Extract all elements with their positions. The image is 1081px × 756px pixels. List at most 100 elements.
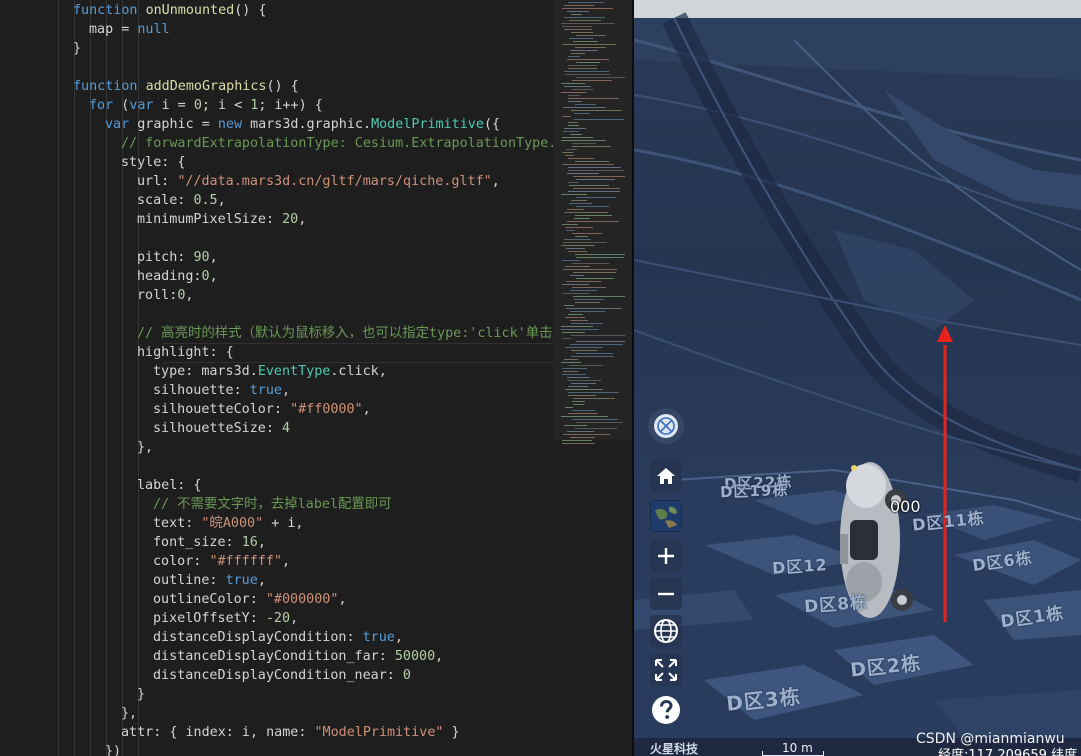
indent-guide <box>74 0 75 756</box>
minimap-line <box>565 347 603 348</box>
code-line[interactable]: type: mars3d.EventType.click, <box>153 362 387 381</box>
minimap-line <box>574 218 590 219</box>
code-line[interactable]: // 高亮时的样式（默认为鼠标移入，也可以指定type:'click'单击 <box>137 324 553 343</box>
minimap-line <box>566 230 575 231</box>
code-line[interactable]: silhouetteSize: 4 <box>153 419 290 438</box>
minimap-line <box>562 26 592 27</box>
code-line[interactable]: }) <box>105 742 121 756</box>
code-line[interactable]: attr: { index: i, name: "ModelPrimitive"… <box>121 723 460 742</box>
code-line[interactable]: color: "#ffffff", <box>153 552 290 571</box>
code-line[interactable]: url: "//data.mars3d.cn/gltf/mars/qiche.g… <box>137 172 500 191</box>
minimap-line <box>565 74 611 75</box>
minimap-line <box>562 440 592 441</box>
code-line[interactable]: minimumPixelSize: 20, <box>137 210 306 229</box>
code-line[interactable]: var graphic = new mars3d.graphic.ModelPr… <box>105 115 500 134</box>
minimap-line <box>572 263 609 264</box>
code-token: outlineColor: <box>153 592 266 607</box>
minimap-line <box>574 113 590 114</box>
minimap-line <box>564 86 591 87</box>
minimap-line <box>568 98 619 99</box>
code-line[interactable]: outlineColor: "#000000", <box>153 590 347 609</box>
code-line[interactable]: for (var i = 0; i < 1; i++) { <box>89 96 323 115</box>
globe-icon <box>654 619 678 643</box>
minimap-line <box>569 185 609 186</box>
code-line[interactable]: highlight: { <box>137 343 553 363</box>
minimap-line <box>562 44 616 45</box>
minimap-line <box>572 80 612 81</box>
minimap-line <box>565 155 574 156</box>
basemap-button[interactable] <box>650 500 682 532</box>
code-token: silhouetteSize: <box>153 421 282 436</box>
code-line[interactable]: style: { <box>121 153 186 172</box>
minimap-line <box>564 212 608 213</box>
help-button[interactable] <box>650 694 682 726</box>
minimap-line <box>567 59 609 60</box>
fullscreen-button[interactable] <box>650 654 682 686</box>
minimap-line <box>572 401 585 402</box>
code-line[interactable]: } <box>137 685 145 704</box>
code-line[interactable]: }, <box>121 704 137 723</box>
minimap-line <box>562 152 573 153</box>
minimap-line <box>575 104 596 105</box>
map-viewer[interactable]: D区22栋 D区19栋 D区11栋 D区12 D区6栋 D区8栋 D区1栋 D区… <box>634 0 1081 756</box>
code-line[interactable]: silhouetteColor: "#ff0000", <box>153 400 371 419</box>
label-d12: D区12 <box>771 555 829 578</box>
minimap-line <box>568 386 588 387</box>
code-token: , <box>217 193 226 208</box>
code-token: graphic = <box>137 117 218 132</box>
code-token: 0 <box>402 668 411 683</box>
code-token: "#ff0000" <box>290 402 363 417</box>
code-token: onUnmounted <box>145 3 235 18</box>
minimap-line <box>574 299 604 300</box>
code-line[interactable]: distanceDisplayCondition: true, <box>153 628 403 647</box>
code-line[interactable]: heading:0, <box>137 267 218 286</box>
code-token: highlight: { <box>137 345 234 360</box>
code-line[interactable]: roll:0, <box>137 286 193 305</box>
minimap-line <box>566 248 585 249</box>
code-line[interactable]: function addDemoGraphics() { <box>73 77 299 96</box>
code-line[interactable]: distanceDisplayCondition_near: 0 <box>153 666 411 685</box>
code-token: silhouetteColor: <box>153 402 291 417</box>
zoom-in-icon <box>658 548 674 564</box>
editor-minimap[interactable] <box>553 0 633 756</box>
minimap-line <box>576 353 613 354</box>
code-token: .click, <box>330 364 387 379</box>
zoom-in-button[interactable] <box>650 540 682 572</box>
home-button[interactable] <box>650 460 682 492</box>
minimap-line <box>561 329 599 330</box>
code-line[interactable]: text: "皖A000" + i, <box>153 514 303 533</box>
globe-button[interactable] <box>650 615 682 647</box>
code-token: ({ <box>483 117 501 132</box>
code-editor[interactable]: function onUnmounted() {map = null} funct… <box>0 0 553 756</box>
code-line[interactable]: pitch: 90, <box>137 248 218 267</box>
minimap-line <box>571 200 587 201</box>
code-line[interactable]: distanceDisplayCondition_far: 50000, <box>153 647 443 666</box>
minimap-line <box>576 206 609 207</box>
code-line[interactable]: label: { <box>137 476 202 495</box>
zoom-out-button[interactable] <box>650 578 682 610</box>
code-line[interactable]: outline: true, <box>153 571 266 590</box>
code-line[interactable]: silhouette: true, <box>153 381 290 400</box>
minimap-line <box>562 164 614 165</box>
minimap-line <box>570 290 597 291</box>
minimap-line <box>561 362 581 363</box>
compass-button[interactable] <box>648 408 684 444</box>
code-token: // forwardExtrapolationType: Cesium.Extr… <box>121 136 553 151</box>
minimap-line <box>562 374 586 375</box>
code-line[interactable]: } <box>73 39 81 58</box>
code-line[interactable]: function onUnmounted() { <box>73 1 267 20</box>
code-token: distanceDisplayCondition_far: <box>153 649 395 664</box>
code-line[interactable]: pixelOffsetY: -20, <box>153 609 298 628</box>
minimap-line <box>568 56 580 57</box>
minimap-line <box>568 95 580 96</box>
code-line[interactable]: scale: 0.5, <box>137 191 226 210</box>
minimap-line <box>568 395 596 396</box>
code-line[interactable]: map = null <box>89 20 170 39</box>
code-line[interactable]: font_size: 16, <box>153 533 266 552</box>
code-line[interactable]: }, <box>137 438 153 457</box>
code-line[interactable]: // 不需要文字时，去掉label配置即可 <box>153 495 392 514</box>
minimap-line <box>568 380 601 381</box>
minimap-line <box>563 131 579 132</box>
code-line[interactable]: // forwardExtrapolationType: Cesium.Extr… <box>121 134 553 153</box>
model-label: 000 <box>890 497 921 516</box>
